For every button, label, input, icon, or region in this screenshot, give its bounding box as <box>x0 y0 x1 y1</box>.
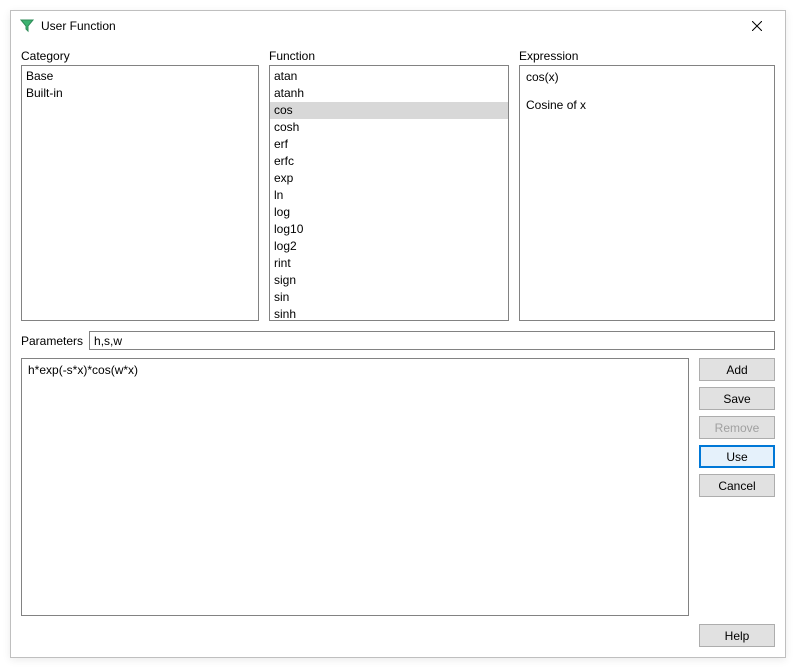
expression-formula: cos(x) <box>526 70 768 84</box>
titlebar: User Function <box>11 11 785 41</box>
category-column: Category BaseBuilt-in <box>21 49 259 321</box>
use-button[interactable]: Use <box>699 445 775 468</box>
expression-label: Expression <box>519 49 775 63</box>
add-button[interactable]: Add <box>699 358 775 381</box>
parameters-label: Parameters <box>21 334 83 348</box>
list-item[interactable]: rint <box>270 255 508 272</box>
cancel-button[interactable]: Cancel <box>699 474 775 497</box>
expression-description: Cosine of x <box>526 98 768 112</box>
bottom-row: Add Save Remove Use Cancel <box>21 358 775 616</box>
category-listbox[interactable]: BaseBuilt-in <box>21 65 259 321</box>
category-label: Category <box>21 49 259 63</box>
list-item[interactable]: log2 <box>270 238 508 255</box>
list-item[interactable]: atanh <box>270 85 508 102</box>
funnel-icon <box>19 18 35 34</box>
close-button[interactable] <box>737 14 777 38</box>
user-function-dialog: User Function Category BaseBuilt-in Func… <box>10 10 786 658</box>
list-item[interactable]: cosh <box>270 119 508 136</box>
list-item[interactable]: log <box>270 204 508 221</box>
list-item[interactable]: Built-in <box>22 85 258 102</box>
button-column: Add Save Remove Use Cancel <box>699 358 775 616</box>
expression-panel: cos(x) Cosine of x <box>519 65 775 321</box>
list-item[interactable]: cos <box>270 102 508 119</box>
list-item[interactable]: exp <box>270 170 508 187</box>
function-label: Function <box>269 49 509 63</box>
list-item[interactable]: sign <box>270 272 508 289</box>
list-item[interactable]: log10 <box>270 221 508 238</box>
parameters-row: Parameters <box>21 331 775 350</box>
list-item[interactable]: sinh <box>270 306 508 321</box>
parameters-input[interactable] <box>89 331 775 350</box>
dialog-content: Category BaseBuilt-in Function atanatanh… <box>11 41 785 657</box>
save-button[interactable]: Save <box>699 387 775 410</box>
user-expression-input[interactable] <box>21 358 689 616</box>
list-item[interactable]: erf <box>270 136 508 153</box>
list-item[interactable]: ln <box>270 187 508 204</box>
help-button[interactable]: Help <box>699 624 775 647</box>
remove-button: Remove <box>699 416 775 439</box>
close-icon <box>752 21 762 31</box>
function-column: Function atanatanhcoscosherferfcexplnlog… <box>269 49 509 321</box>
expression-column: Expression cos(x) Cosine of x <box>519 49 775 321</box>
list-item[interactable]: atan <box>270 68 508 85</box>
help-row: Help <box>21 624 775 647</box>
top-panels: Category BaseBuilt-in Function atanatanh… <box>21 49 775 321</box>
function-listbox[interactable]: atanatanhcoscosherferfcexplnloglog10log2… <box>269 65 509 321</box>
window-title: User Function <box>41 19 737 33</box>
list-item[interactable]: Base <box>22 68 258 85</box>
list-item[interactable]: sin <box>270 289 508 306</box>
list-item[interactable]: erfc <box>270 153 508 170</box>
